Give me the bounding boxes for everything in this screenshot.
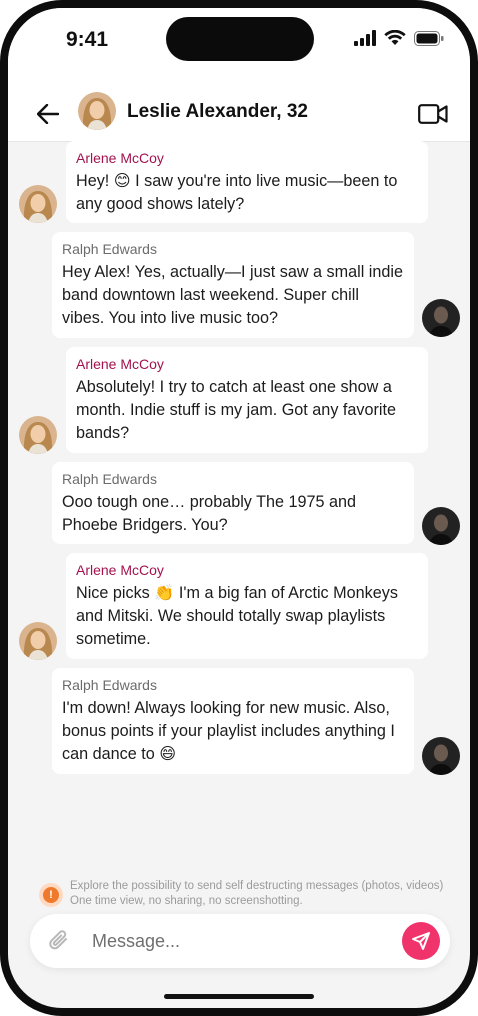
message-text: Ooo tough one… probably The 1975 and Pho…	[62, 493, 356, 534]
message-text: I'm down! Always looking for new music. …	[62, 699, 395, 763]
page-title: Leslie Alexander, 32	[127, 101, 308, 122]
message-text: Absolutely! I try to catch at least one …	[76, 378, 396, 442]
send-button[interactable]	[402, 922, 440, 960]
message-input[interactable]	[92, 926, 392, 956]
message-bubble[interactable]: Arlene McCoy Nice picks 👏 I'm a big fan …	[66, 553, 428, 659]
warning-icon: !	[39, 883, 63, 907]
status-icons	[354, 30, 444, 46]
avatar[interactable]	[19, 185, 57, 223]
status-time: 9:41	[66, 28, 109, 51]
message-bubble[interactable]: Ralph Edwards Ooo tough one… probably Th…	[52, 462, 414, 544]
user-avatar-icon	[19, 416, 57, 454]
user-avatar-icon	[422, 299, 460, 337]
message-sender: Ralph Edwards	[62, 471, 157, 487]
notice-text: Explore the possibility to send self des…	[70, 880, 444, 907]
message-bubble[interactable]: Arlene McCoy Absolutely! I try to catch …	[66, 347, 428, 453]
message-sender: Arlene McCoy	[76, 356, 164, 372]
avatar[interactable]	[19, 416, 57, 454]
attach-button[interactable]	[46, 928, 72, 954]
user-avatar-icon	[78, 92, 116, 130]
dynamic-island	[166, 17, 314, 61]
home-indicator[interactable]	[164, 994, 314, 999]
video-call-button[interactable]	[416, 100, 450, 128]
message-bubble[interactable]: Ralph Edwards I'm down! Always looking f…	[52, 668, 414, 774]
message-composer	[30, 914, 450, 968]
video-camera-icon	[418, 104, 448, 124]
avatar[interactable]	[422, 299, 460, 337]
message-bubble[interactable]: Ralph Edwards Hey Alex! Yes, actually—I …	[52, 232, 414, 338]
self-destruct-notice: ! Explore the possibility to send self d…	[30, 874, 450, 914]
message-text: Hey! 😊 I saw you're into live music—been…	[76, 172, 398, 213]
arrow-left-icon	[37, 104, 59, 124]
user-avatar-icon	[422, 737, 460, 775]
avatar[interactable]	[19, 622, 57, 660]
message-sender: Arlene McCoy	[76, 150, 164, 166]
message-sender: Ralph Edwards	[62, 677, 157, 693]
user-avatar-icon	[422, 507, 460, 545]
message-bubble[interactable]: Arlene McCoy Hey! 😊 I saw you're into li…	[66, 141, 428, 223]
message-sender: Ralph Edwards	[62, 241, 157, 257]
send-icon	[412, 932, 430, 950]
avatar[interactable]	[422, 507, 460, 545]
message-text: Hey Alex! Yes, actually—I just saw a sma…	[62, 263, 403, 327]
status-bar: 9:41	[8, 8, 470, 86]
battery-icon	[414, 30, 444, 46]
wifi-icon	[384, 30, 406, 45]
phone-frame: 9:41 Leslie Alexander, 32 Arlene McCoy H…	[0, 0, 478, 1016]
chat-header: Leslie Alexander, 32	[8, 86, 470, 142]
user-avatar-icon	[19, 622, 57, 660]
cellular-signal-icon	[354, 30, 376, 46]
avatar[interactable]	[422, 737, 460, 775]
paperclip-icon	[49, 930, 67, 950]
message-sender: Arlene McCoy	[76, 562, 164, 578]
avatar[interactable]	[78, 92, 116, 130]
back-button[interactable]	[34, 100, 62, 128]
user-avatar-icon	[19, 185, 57, 223]
message-text: Nice picks 👏 I'm a big fan of Arctic Mon…	[76, 584, 398, 648]
